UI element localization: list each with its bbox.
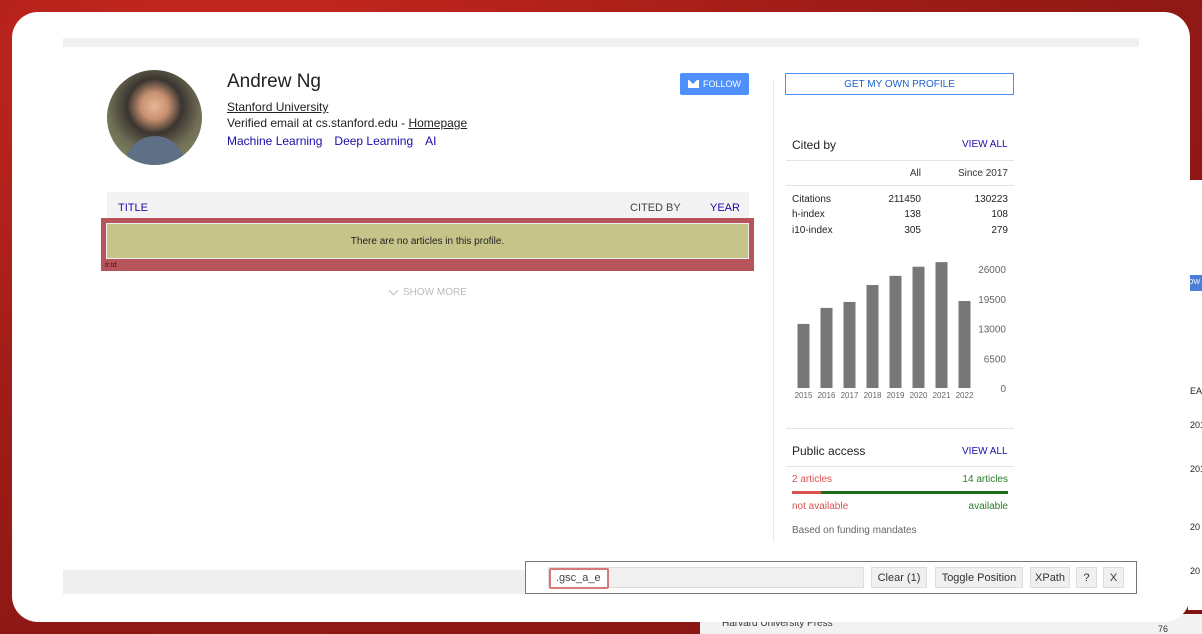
selector-highlight: There are no articles in this profile. t… [101, 218, 754, 271]
background-text-fragment: 20 [1190, 566, 1201, 576]
follow-button[interactable]: FOLLOW [680, 73, 749, 95]
toggle-position-button[interactable]: Toggle Position [935, 567, 1023, 588]
cited-by-view-all[interactable]: VIEW ALL [962, 139, 1008, 150]
public-access-title: Public access [792, 444, 866, 458]
citation-bar[interactable] [820, 307, 833, 388]
citations-bar-chart: 26000 19500 13000 6500 0 2015 2016 2017 2018 2019… [795, 262, 1007, 400]
stat-since-value: 130223 [974, 194, 1008, 205]
interests-list: Machine Learning Deep Learning AI [227, 134, 436, 148]
interest-link[interactable]: Machine Learning [227, 134, 322, 148]
column-cited-by[interactable]: CITED BY [630, 202, 681, 214]
background-text-fragment: 201 [1190, 420, 1202, 430]
column-all: All [909, 168, 921, 179]
y-tick-label: 26000 [978, 265, 1006, 276]
y-tick-label: 13000 [978, 325, 1006, 336]
articles-table-header: TITLE CITED BY YEAR [107, 192, 749, 218]
empty-articles-row[interactable]: There are no articles in this profile. [106, 223, 749, 259]
x-tick-label: 2022 [956, 391, 974, 400]
clear-button[interactable]: Clear (1) [871, 567, 927, 588]
citation-bar[interactable] [866, 285, 879, 388]
email-text: Verified email at cs.stanford.edu - [227, 116, 409, 130]
divider [786, 185, 1014, 186]
citation-bar[interactable] [935, 262, 948, 388]
stat-label: h-index [792, 209, 825, 220]
affiliation-link[interactable]: Stanford University [227, 100, 328, 114]
y-tick-label: 19500 [978, 295, 1006, 306]
interest-link[interactable]: Deep Learning [334, 134, 413, 148]
stat-all-value: 211450 [888, 194, 921, 205]
unavailable-count[interactable]: 2 articles [792, 474, 832, 485]
x-tick-label: 2016 [818, 391, 836, 400]
background-number: 76 [1157, 624, 1168, 634]
x-tick-label: 2018 [864, 391, 882, 400]
background-button-fragment: OW [1188, 275, 1202, 291]
stat-label: Citations [792, 194, 831, 205]
cited-by-title: Cited by [792, 138, 837, 152]
stat-label: i10-index [792, 225, 833, 236]
citation-bar[interactable] [797, 323, 810, 388]
show-more-button[interactable]: SHOW MORE [388, 285, 467, 298]
bottom-strip [63, 570, 525, 594]
avatar [107, 70, 202, 165]
background-text-fragment: 20 [1190, 522, 1201, 532]
unavailable-bar [792, 491, 821, 494]
homepage-link[interactable]: Homepage [408, 116, 467, 130]
highlight-tag-label: tr.td [105, 262, 117, 269]
divider [786, 428, 1014, 429]
selector-input[interactable]: .gsc_a_e [548, 567, 864, 589]
citation-bar[interactable] [843, 301, 856, 388]
show-more-label: SHOW MORE [403, 287, 467, 298]
divider [786, 466, 1014, 467]
funding-note: Based on funding mandates [792, 525, 917, 536]
verified-email: Verified email at cs.stanford.edu - Home… [227, 116, 467, 130]
x-tick-label: 2017 [841, 391, 859, 400]
available-label: available [968, 501, 1008, 512]
y-tick-label: 0 [1000, 384, 1006, 395]
x-tick-label: 2020 [910, 391, 928, 400]
interest-link[interactable]: AI [425, 134, 436, 148]
divider [786, 160, 1014, 161]
stat-all-value: 305 [904, 225, 921, 236]
column-title[interactable]: TITLE [118, 202, 148, 214]
public-access-view-all[interactable]: VIEW ALL [962, 446, 1008, 457]
stat-since-value: 279 [991, 225, 1008, 236]
close-button[interactable]: X [1103, 567, 1124, 588]
help-button[interactable]: ? [1076, 567, 1097, 588]
citation-bar[interactable] [958, 301, 971, 388]
background-text-fragment: EA [1190, 386, 1202, 396]
chevron-down-icon [388, 285, 399, 296]
column-divider [773, 80, 774, 542]
selector-gadget-toolbar: .gsc_a_e Clear (1) Toggle Position XPath… [525, 561, 1137, 594]
stat-all-value: 138 [904, 209, 921, 220]
column-year[interactable]: YEAR [710, 202, 740, 214]
available-bar [821, 491, 1008, 494]
top-strip [63, 38, 1139, 47]
background-text-fragment: 201 [1190, 464, 1202, 474]
x-tick-label: 2021 [933, 391, 951, 400]
y-tick-label: 6500 [984, 354, 1007, 365]
citation-bar[interactable] [889, 275, 902, 388]
x-tick-label: 2019 [887, 391, 905, 400]
not-available-label: not available [792, 501, 849, 512]
get-my-own-profile-button[interactable]: GET MY OWN PROFILE [785, 73, 1014, 95]
follow-label: FOLLOW [702, 79, 741, 89]
empty-message: There are no articles in this profile. [350, 235, 505, 247]
x-tick-label: 2015 [795, 391, 813, 400]
available-count[interactable]: 14 articles [962, 474, 1008, 485]
column-since: Since 2017 [957, 168, 1008, 179]
envelope-icon [687, 80, 699, 88]
stat-since-value: 108 [991, 209, 1008, 220]
xpath-button[interactable]: XPath [1030, 567, 1070, 588]
profile-name: Andrew Ng [227, 71, 321, 92]
selector-value[interactable]: .gsc_a_e [549, 568, 609, 589]
background-page-edge: OW EA 201 201 20 20 [1188, 180, 1202, 610]
citation-bar[interactable] [912, 266, 925, 388]
